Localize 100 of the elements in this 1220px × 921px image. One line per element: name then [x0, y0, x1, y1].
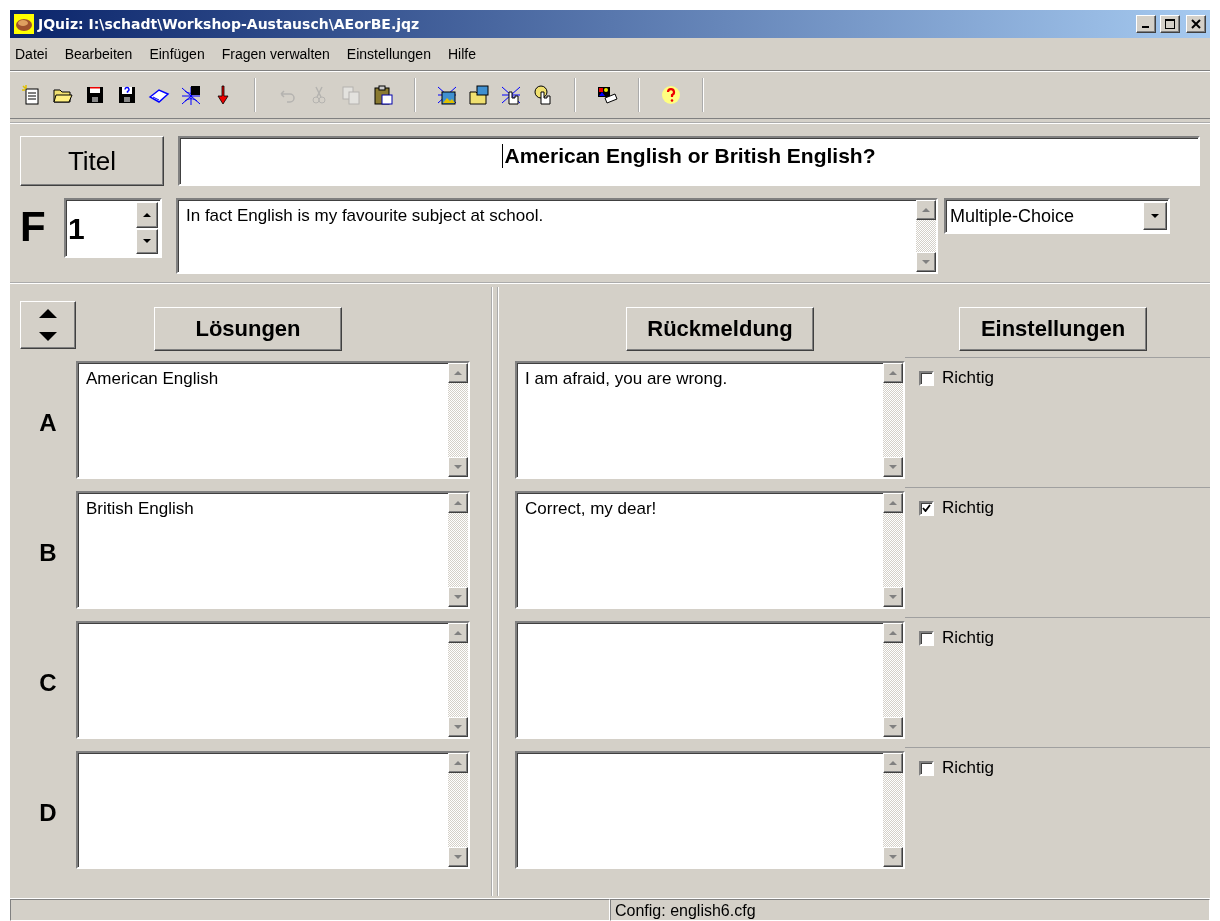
- spin-down-button[interactable]: [136, 228, 158, 254]
- spin-up-button[interactable]: [136, 202, 158, 228]
- answer-field[interactable]: American English: [76, 361, 470, 479]
- folder-picture-icon[interactable]: [468, 84, 490, 106]
- up-arrow-icon: [454, 631, 462, 635]
- scroll-up-button[interactable]: [448, 753, 468, 773]
- folder-hand-icon[interactable]: [532, 84, 554, 106]
- answer-letter: B: [38, 538, 58, 567]
- down-arrow-icon: [39, 332, 57, 341]
- menu-item[interactable]: Einfügen: [149, 46, 205, 62]
- answer-field[interactable]: [76, 751, 470, 869]
- menu-item[interactable]: Bearbeiten: [64, 46, 133, 62]
- up-arrow-icon: [889, 501, 897, 505]
- correct-checkbox[interactable]: [919, 760, 934, 776]
- question-type-dropdown[interactable]: Multiple-Choice: [944, 198, 1170, 234]
- correct-checkbox[interactable]: [919, 630, 934, 646]
- scrollbar[interactable]: [916, 200, 936, 272]
- scrollbar[interactable]: [448, 363, 468, 477]
- feedback-field[interactable]: Correct, my dear!: [515, 491, 905, 609]
- up-arrow-icon: [454, 371, 462, 375]
- scroll-up-button[interactable]: [916, 200, 936, 220]
- answer-letter: C: [38, 668, 58, 697]
- window-title: JQuiz: I:\schadt\Workshop-Austausch\AEorBE.jqz: [38, 16, 421, 32]
- scroll-up-button[interactable]: [883, 363, 903, 383]
- scrollbar[interactable]: [883, 623, 903, 737]
- menu-item[interactable]: Fragen verwalten: [221, 46, 330, 62]
- down-arrow-icon: [922, 260, 930, 264]
- scrollbar[interactable]: [883, 363, 903, 477]
- answer-field[interactable]: British English: [76, 491, 470, 609]
- scrollbar[interactable]: [883, 493, 903, 607]
- scroll-down-button[interactable]: [883, 457, 903, 477]
- clipboard-icon[interactable]: [372, 84, 394, 106]
- reorder-button[interactable]: [20, 301, 76, 349]
- down-arrow-icon: [454, 595, 462, 599]
- scroll-up-button[interactable]: [448, 623, 468, 643]
- up-arrow-icon: [454, 501, 462, 505]
- correct-checkbox[interactable]: [919, 370, 934, 386]
- close-icon: [1191, 19, 1201, 29]
- checkbox-label: Richtig: [942, 628, 994, 648]
- scroll-down-button[interactable]: [883, 587, 903, 607]
- title-button[interactable]: Titel: [20, 136, 164, 186]
- down-arrow-icon: [889, 855, 897, 859]
- scroll-down-button[interactable]: [883, 717, 903, 737]
- dropdown-button[interactable]: [1143, 202, 1167, 230]
- image-tag-icon[interactable]: [596, 84, 618, 106]
- down-arrow-icon: [889, 595, 897, 599]
- scrollbar[interactable]: [448, 623, 468, 737]
- feedback-field[interactable]: I am afraid, you are wrong.: [515, 361, 905, 479]
- question-label: F: [20, 202, 47, 252]
- scroll-up-button[interactable]: [883, 623, 903, 643]
- maximize-icon: [1165, 19, 1175, 29]
- up-arrow-icon: [889, 371, 897, 375]
- scroll-down-button[interactable]: [448, 847, 468, 867]
- scroll-up-button[interactable]: [883, 493, 903, 513]
- app-icon: [14, 14, 34, 34]
- down-arrow-icon: [889, 725, 897, 729]
- scroll-up-button[interactable]: [448, 363, 468, 383]
- help-icon[interactable]: [660, 84, 682, 106]
- web-hand-icon[interactable]: [500, 84, 522, 106]
- down-arrow-icon: [143, 239, 151, 244]
- down-arrow-icon: [889, 465, 897, 469]
- answers-button[interactable]: Lösungen: [154, 307, 342, 351]
- question-number-spinner[interactable]: 1: [64, 198, 162, 258]
- scroll-up-button[interactable]: [883, 753, 903, 773]
- answer-letter: A: [38, 408, 58, 437]
- scroll-up-button[interactable]: [448, 493, 468, 513]
- feedback-field[interactable]: [515, 621, 905, 739]
- answer-field[interactable]: [76, 621, 470, 739]
- checkmark-icon: [922, 504, 931, 512]
- scrollbar[interactable]: [883, 753, 903, 867]
- title-field[interactable]: American English or British English?: [178, 136, 1200, 186]
- up-arrow-icon: [454, 761, 462, 765]
- up-arrow-icon: [39, 309, 57, 318]
- scroll-down-button[interactable]: [448, 457, 468, 477]
- settings-button[interactable]: Einstellungen: [959, 307, 1147, 351]
- scroll-down-button[interactable]: [448, 587, 468, 607]
- save-as-icon[interactable]: [116, 84, 138, 106]
- checkbox-label: Richtig: [942, 368, 994, 388]
- maximize-button[interactable]: [1160, 15, 1180, 33]
- menu-item[interactable]: Datei: [15, 46, 48, 62]
- scroll-down-button[interactable]: [883, 847, 903, 867]
- question-field[interactable]: In fact English is my favourite subject at school.: [176, 198, 938, 274]
- close-button[interactable]: [1186, 15, 1206, 33]
- feedback-button[interactable]: Rückmeldung: [626, 307, 814, 351]
- feedback-field[interactable]: [515, 751, 905, 869]
- save-icon[interactable]: [84, 84, 106, 106]
- minimize-button[interactable]: [1136, 15, 1156, 33]
- scroll-down-button[interactable]: [448, 717, 468, 737]
- menu-item[interactable]: Hilfe: [447, 46, 476, 62]
- menu-item[interactable]: Einstellungen: [346, 46, 431, 62]
- web-picture-icon[interactable]: [436, 84, 458, 106]
- scrollbar[interactable]: [448, 493, 468, 607]
- web-icon[interactable]: [180, 84, 202, 106]
- new-document-icon[interactable]: [20, 84, 42, 106]
- up-arrow-icon: [889, 631, 897, 635]
- scrollbar[interactable]: [448, 753, 468, 867]
- scroll-down-button[interactable]: [916, 252, 936, 272]
- status-text: Config: english6.cfg: [610, 899, 1210, 921]
- correct-checkbox[interactable]: [919, 500, 934, 516]
- answer-letter: D: [38, 798, 58, 827]
